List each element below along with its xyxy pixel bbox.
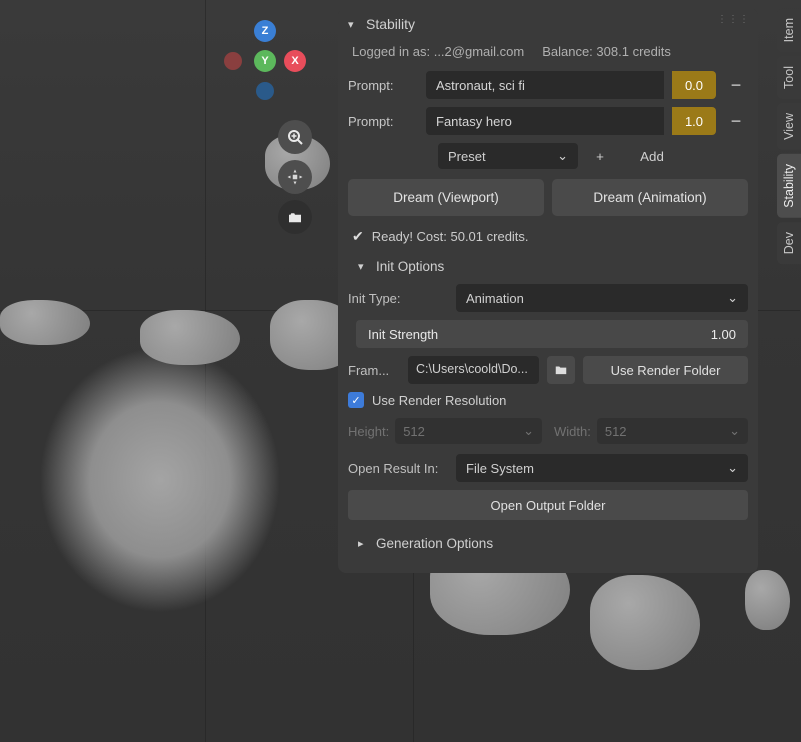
account-info: Logged in as: ...2@gmail.com Balance: 30… bbox=[348, 44, 748, 59]
open-result-label: Open Result In: bbox=[348, 461, 448, 476]
zoom-tool-icon[interactable] bbox=[278, 120, 312, 154]
dream-viewport-button[interactable]: Dream (Viewport) bbox=[348, 179, 544, 216]
chevron-down-icon: ⌄ bbox=[523, 423, 534, 439]
open-result-value: File System bbox=[466, 461, 534, 476]
init-options-title: Init Options bbox=[376, 259, 444, 274]
tab-tool[interactable]: Tool bbox=[777, 56, 801, 99]
prompt-input-1[interactable] bbox=[426, 107, 664, 135]
width-value: 512 bbox=[605, 424, 627, 439]
chevron-down-icon: ⌄ bbox=[727, 290, 738, 306]
navigation-gizmo[interactable]: Z Y X bbox=[220, 20, 310, 130]
init-type-value: Animation bbox=[466, 291, 524, 306]
chevron-down-icon: ⌄ bbox=[727, 460, 738, 476]
chevron-down-icon: ▾ bbox=[348, 18, 360, 31]
init-strength-field[interactable]: Init Strength 1.00 bbox=[356, 320, 748, 348]
panel-drag-handle-icon[interactable]: ⋮⋮⋮ bbox=[717, 14, 750, 25]
dream-buttons: Dream (Viewport) Dream (Animation) bbox=[348, 179, 748, 216]
height-value: 512 bbox=[403, 424, 425, 439]
prompt-input-0[interactable] bbox=[426, 71, 664, 99]
prompt-row-1: Prompt: − bbox=[348, 107, 748, 135]
tab-stability[interactable]: Stability bbox=[777, 154, 801, 218]
init-strength-row: Init Strength 1.00 bbox=[348, 320, 748, 348]
browse-folder-button[interactable] bbox=[547, 356, 575, 384]
chevron-down-icon: ▾ bbox=[358, 260, 370, 273]
init-strength-label: Init Strength bbox=[368, 327, 438, 342]
generation-options-header[interactable]: ▸ Generation Options bbox=[348, 536, 748, 551]
open-result-select[interactable]: File System ⌄ bbox=[456, 454, 748, 482]
preset-label: Preset bbox=[448, 149, 486, 164]
chevron-down-icon: ⌄ bbox=[729, 423, 740, 439]
prompt-label: Prompt: bbox=[348, 78, 418, 93]
axis-neg-z[interactable] bbox=[256, 82, 274, 100]
login-email: ...2@gmail.com bbox=[434, 44, 525, 59]
prompt-label: Prompt: bbox=[348, 114, 418, 129]
balance-value: 308.1 credits bbox=[596, 44, 670, 59]
mesh-rock bbox=[590, 575, 700, 670]
camera-tool-icon[interactable] bbox=[278, 200, 312, 234]
dimensions-row: Height: 512 ⌄ Width: 512 ⌄ bbox=[348, 418, 748, 444]
use-render-resolution-row[interactable]: ✓ Use Render Resolution bbox=[348, 392, 748, 408]
init-type-row: Init Type: Animation ⌄ bbox=[348, 284, 748, 312]
use-render-resolution-checkbox[interactable]: ✓ bbox=[348, 392, 364, 408]
chevron-right-icon: ▸ bbox=[358, 537, 370, 550]
remove-prompt-button[interactable]: − bbox=[724, 73, 748, 97]
init-type-select[interactable]: Animation ⌄ bbox=[456, 284, 748, 312]
stability-panel: ⋮⋮⋮ ▾ Stability Logged in as: ...2@gmail… bbox=[338, 8, 758, 573]
status-text: Ready! Cost: 50.01 credits. bbox=[372, 229, 529, 244]
axis-neg-x[interactable] bbox=[224, 52, 242, 70]
frame-path-label: Fram... bbox=[348, 363, 400, 378]
frame-path-row: Fram... C:\Users\coold\Do... Use Render … bbox=[348, 356, 748, 384]
frame-path-input[interactable]: C:\Users\coold\Do... bbox=[408, 356, 539, 384]
preset-row: Preset ⌄ + Add bbox=[348, 143, 748, 169]
generation-options-title: Generation Options bbox=[376, 536, 493, 551]
use-render-resolution-label: Use Render Resolution bbox=[372, 393, 506, 408]
prompt-weight-0[interactable] bbox=[672, 71, 716, 99]
prompt-weight-1[interactable] bbox=[672, 107, 716, 135]
balance-label: Balance: bbox=[542, 44, 593, 59]
remove-prompt-button[interactable]: − bbox=[724, 109, 748, 133]
height-input: 512 ⌄ bbox=[395, 418, 542, 444]
dream-animation-button[interactable]: Dream (Animation) bbox=[552, 179, 748, 216]
check-icon: ✔ bbox=[352, 228, 364, 245]
axis-y[interactable]: Y bbox=[254, 50, 276, 72]
open-result-row: Open Result In: File System ⌄ bbox=[348, 454, 748, 482]
axis-z[interactable]: Z bbox=[254, 20, 276, 42]
open-output-folder-button[interactable]: Open Output Folder bbox=[348, 490, 748, 520]
prompt-row-0: Prompt: − bbox=[348, 71, 748, 99]
panel-header[interactable]: ▾ Stability bbox=[348, 16, 748, 32]
init-type-label: Init Type: bbox=[348, 291, 448, 306]
tab-item[interactable]: Item bbox=[777, 8, 801, 52]
axis-x[interactable]: X bbox=[284, 50, 306, 72]
add-preset-plus-button[interactable]: + bbox=[586, 145, 614, 168]
init-strength-value: 1.00 bbox=[711, 327, 736, 342]
width-label: Width: bbox=[554, 424, 591, 439]
width-input: 512 ⌄ bbox=[597, 418, 748, 444]
height-label: Height: bbox=[348, 424, 389, 439]
add-preset-button[interactable]: Add bbox=[622, 145, 682, 168]
chevron-down-icon: ⌄ bbox=[557, 148, 568, 164]
viewport-tools bbox=[278, 120, 312, 234]
login-label: Logged in as: bbox=[352, 44, 430, 59]
pan-tool-icon[interactable] bbox=[278, 160, 312, 194]
mesh-rock bbox=[745, 570, 790, 630]
status-row: ✔ Ready! Cost: 50.01 credits. bbox=[348, 228, 748, 245]
panel-title: Stability bbox=[366, 16, 415, 32]
init-options-header[interactable]: ▾ Init Options bbox=[348, 259, 748, 274]
preset-select[interactable]: Preset ⌄ bbox=[438, 143, 578, 169]
tab-view[interactable]: View bbox=[777, 103, 801, 150]
use-render-folder-button[interactable]: Use Render Folder bbox=[583, 356, 748, 384]
tab-dev[interactable]: Dev bbox=[777, 222, 801, 264]
side-tabs: Item Tool View Stability Dev bbox=[777, 8, 801, 264]
